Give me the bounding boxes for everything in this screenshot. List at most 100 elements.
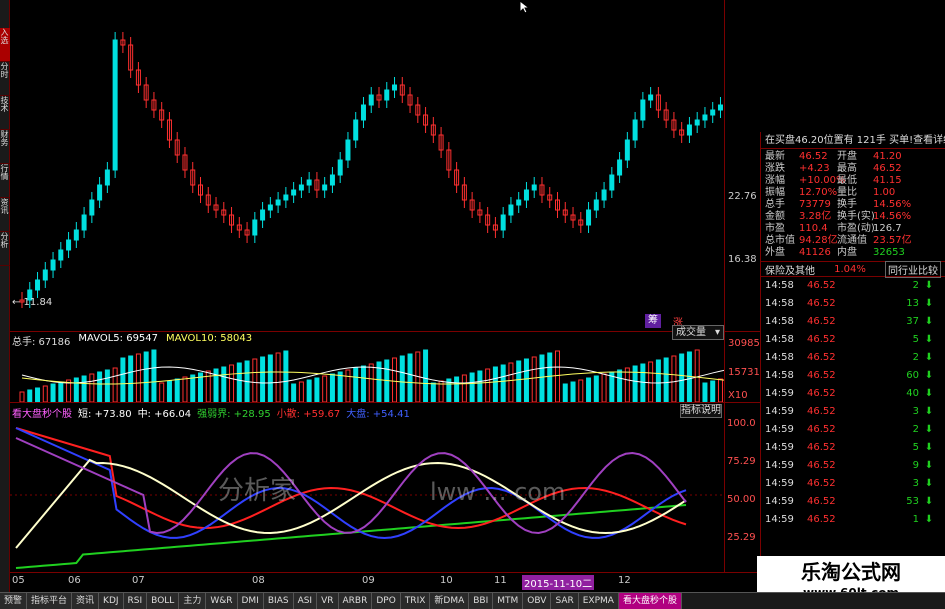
- left-tab-6[interactable]: 资讯: [0, 198, 10, 232]
- candle-body: [717, 104, 723, 111]
- quote-value: 14.56%: [873, 199, 912, 210]
- volume-bar: [477, 370, 483, 402]
- quote-value: +4.23: [799, 163, 830, 174]
- order-book-hint[interactable]: 在买盘46.20位置有 121手 买单!查看详细: [761, 132, 945, 149]
- quote-value: 23.57亿: [873, 235, 912, 246]
- volume-bar: [104, 369, 110, 402]
- candle-body: [50, 259, 56, 271]
- trade-row: 14:58 46.52 2 ⬇: [761, 277, 945, 295]
- trade-volume: 60: [906, 370, 919, 381]
- candle-body: [260, 209, 266, 221]
- indicator-tab[interactable]: BIAS: [263, 593, 294, 609]
- indicator-tab[interactable]: W&R: [206, 593, 238, 609]
- volume-bar: [423, 349, 429, 402]
- trade-time: 14:59: [765, 514, 794, 525]
- left-tab-3[interactable]: 技术: [0, 96, 10, 130]
- volume-bar: [694, 349, 700, 402]
- indicator-tab[interactable]: 新DMA: [430, 593, 470, 609]
- arrow-down-icon: ⬇: [924, 442, 934, 453]
- candle-body: [609, 174, 615, 191]
- order-book-hint-text: 在买盘46.20位置有 121手 买单!查看详细: [765, 135, 945, 146]
- volume-chart[interactable]: [10, 345, 724, 402]
- volume-bar: [97, 371, 103, 402]
- trade-volume: 2: [912, 424, 919, 435]
- volume-bar: [252, 358, 258, 402]
- quote-value: 32653: [873, 247, 905, 258]
- left-tab-7[interactable]: 分析: [0, 232, 10, 266]
- volume-bar: [174, 378, 180, 402]
- tick-trades-list: 14:58 46.52 2 ⬇ 14:58 46.52 13 ⬇ 14:58 46.52 37 ⬇ 14…: [761, 277, 945, 529]
- trade-row: 14:59 46.52 2 ⬇: [761, 421, 945, 439]
- chevron-down-icon: ▾: [714, 327, 720, 338]
- candlestick-chart[interactable]: [10, 0, 724, 331]
- indicator-tab[interactable]: 预警: [0, 593, 28, 609]
- quote-value: 46.52: [799, 151, 828, 162]
- low-price-marker: ← 11.84: [12, 297, 53, 308]
- volume-bar: [671, 355, 677, 402]
- mouse-cursor-icon: [519, 0, 531, 14]
- indicator-tab[interactable]: ARBR: [338, 593, 373, 609]
- indicator-tab[interactable]: 看大盘秒个股: [618, 593, 682, 609]
- volume-bar: [710, 380, 716, 402]
- quote-label: 开盘: [837, 151, 857, 162]
- left-tab-2[interactable]: 分时: [0, 62, 10, 96]
- indicator-tab[interactable]: SAR: [551, 593, 579, 609]
- trade-price: 46.52: [807, 496, 836, 507]
- left-tab-5[interactable]: 行情: [0, 164, 10, 198]
- indicator-tab[interactable]: DPO: [372, 593, 401, 609]
- indicator-help-button[interactable]: 指标说明: [680, 404, 722, 418]
- arrow-down-icon: ⬇: [924, 460, 934, 471]
- volume-bar: [143, 351, 149, 402]
- trade-price: 46.52: [807, 370, 836, 381]
- candle-body: [617, 159, 623, 176]
- volume-bar: [159, 382, 165, 402]
- volume-bar: [601, 373, 607, 402]
- trade-row: 14:59 46.52 9 ⬇: [761, 457, 945, 475]
- volume-bar: [454, 376, 460, 402]
- volume-type-dropdown[interactable]: 成交量 ▾: [672, 325, 724, 340]
- indicator-chart[interactable]: [10, 418, 724, 572]
- indicator-tab[interactable]: 主力: [179, 593, 207, 609]
- trade-time: 14:59: [765, 388, 794, 399]
- indicator-tab[interactable]: BOLL: [147, 593, 180, 609]
- volume-bar: [593, 375, 599, 402]
- indicator-tab[interactable]: OBV: [523, 593, 552, 609]
- quote-label: 量比: [837, 187, 857, 198]
- left-tab-4[interactable]: 财务: [0, 130, 10, 164]
- volume-bar: [135, 353, 141, 402]
- candle-body: [601, 189, 607, 201]
- volume-indicator-divider: [10, 402, 760, 403]
- left-tab-1[interactable]: 入选: [0, 28, 10, 62]
- volume-bar: [516, 360, 522, 402]
- trade-price: 46.52: [807, 334, 836, 345]
- indicator-tab[interactable]: TRIX: [400, 593, 431, 609]
- volume-bar: [508, 362, 514, 402]
- quote-value: 3.28亿: [799, 211, 832, 222]
- volume-bar: [686, 351, 692, 402]
- volume-bar: [492, 366, 498, 402]
- volume-bar: [461, 374, 467, 402]
- indicator-tab[interactable]: ASI: [293, 593, 318, 609]
- trade-volume: 2: [912, 280, 919, 291]
- quote-label: 最低: [837, 175, 857, 186]
- candle-body: [384, 89, 390, 101]
- arrow-down-icon: ⬇: [924, 406, 934, 417]
- indicator-tab[interactable]: DMI: [237, 593, 264, 609]
- indicator-tab[interactable]: 指标平台: [27, 593, 73, 609]
- date-axis-label: 10: [440, 575, 453, 586]
- candle-body: [298, 184, 304, 191]
- indicator-tab[interactable]: 资讯: [72, 593, 100, 609]
- arrow-down-icon: ⬇: [924, 478, 934, 489]
- trade-price: 46.52: [807, 460, 836, 471]
- indicator-tab[interactable]: VR: [317, 593, 339, 609]
- badge-chip[interactable]: 筹: [645, 314, 661, 328]
- trade-row: 14:58 46.52 2 ⬇: [761, 349, 945, 367]
- indicator-tab[interactable]: KDJ: [99, 593, 124, 609]
- indicator-tab[interactable]: RSI: [123, 593, 148, 609]
- quote-value: 41.20: [873, 151, 902, 162]
- indicator-tab[interactable]: EXPMA: [578, 593, 619, 609]
- indicator-tab[interactable]: MTM: [493, 593, 524, 609]
- indicator-tab[interactable]: BBI: [469, 593, 494, 609]
- quote-grid: 最新 46.52 开盘 41.20 涨跌 +4.23 最高 46.52 涨幅 +10.00% 最低 4…: [761, 149, 945, 261]
- industry-compare-button[interactable]: 同行业比较: [885, 260, 941, 278]
